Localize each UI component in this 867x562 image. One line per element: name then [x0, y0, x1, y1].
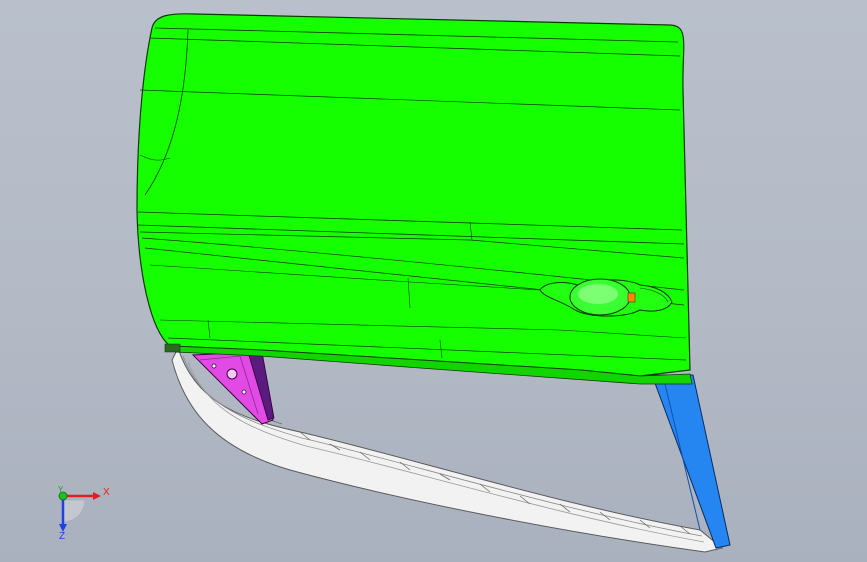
axis-z-label: Z — [59, 531, 66, 542]
axis-x-label: X — [103, 487, 110, 498]
x-axis-arrow-head — [93, 492, 101, 500]
door-rear-pillar[interactable] — [651, 374, 731, 549]
door-assembly-model[interactable] — [0, 0, 867, 562]
cad-viewport[interactable]: X Y Z — [0, 0, 867, 562]
door-outer-panel[interactable] — [136, 13, 693, 385]
axis-triad[interactable] — [45, 482, 105, 542]
lock-cylinder[interactable] — [627, 292, 636, 303]
axis-y-label: Y — [58, 485, 64, 494]
